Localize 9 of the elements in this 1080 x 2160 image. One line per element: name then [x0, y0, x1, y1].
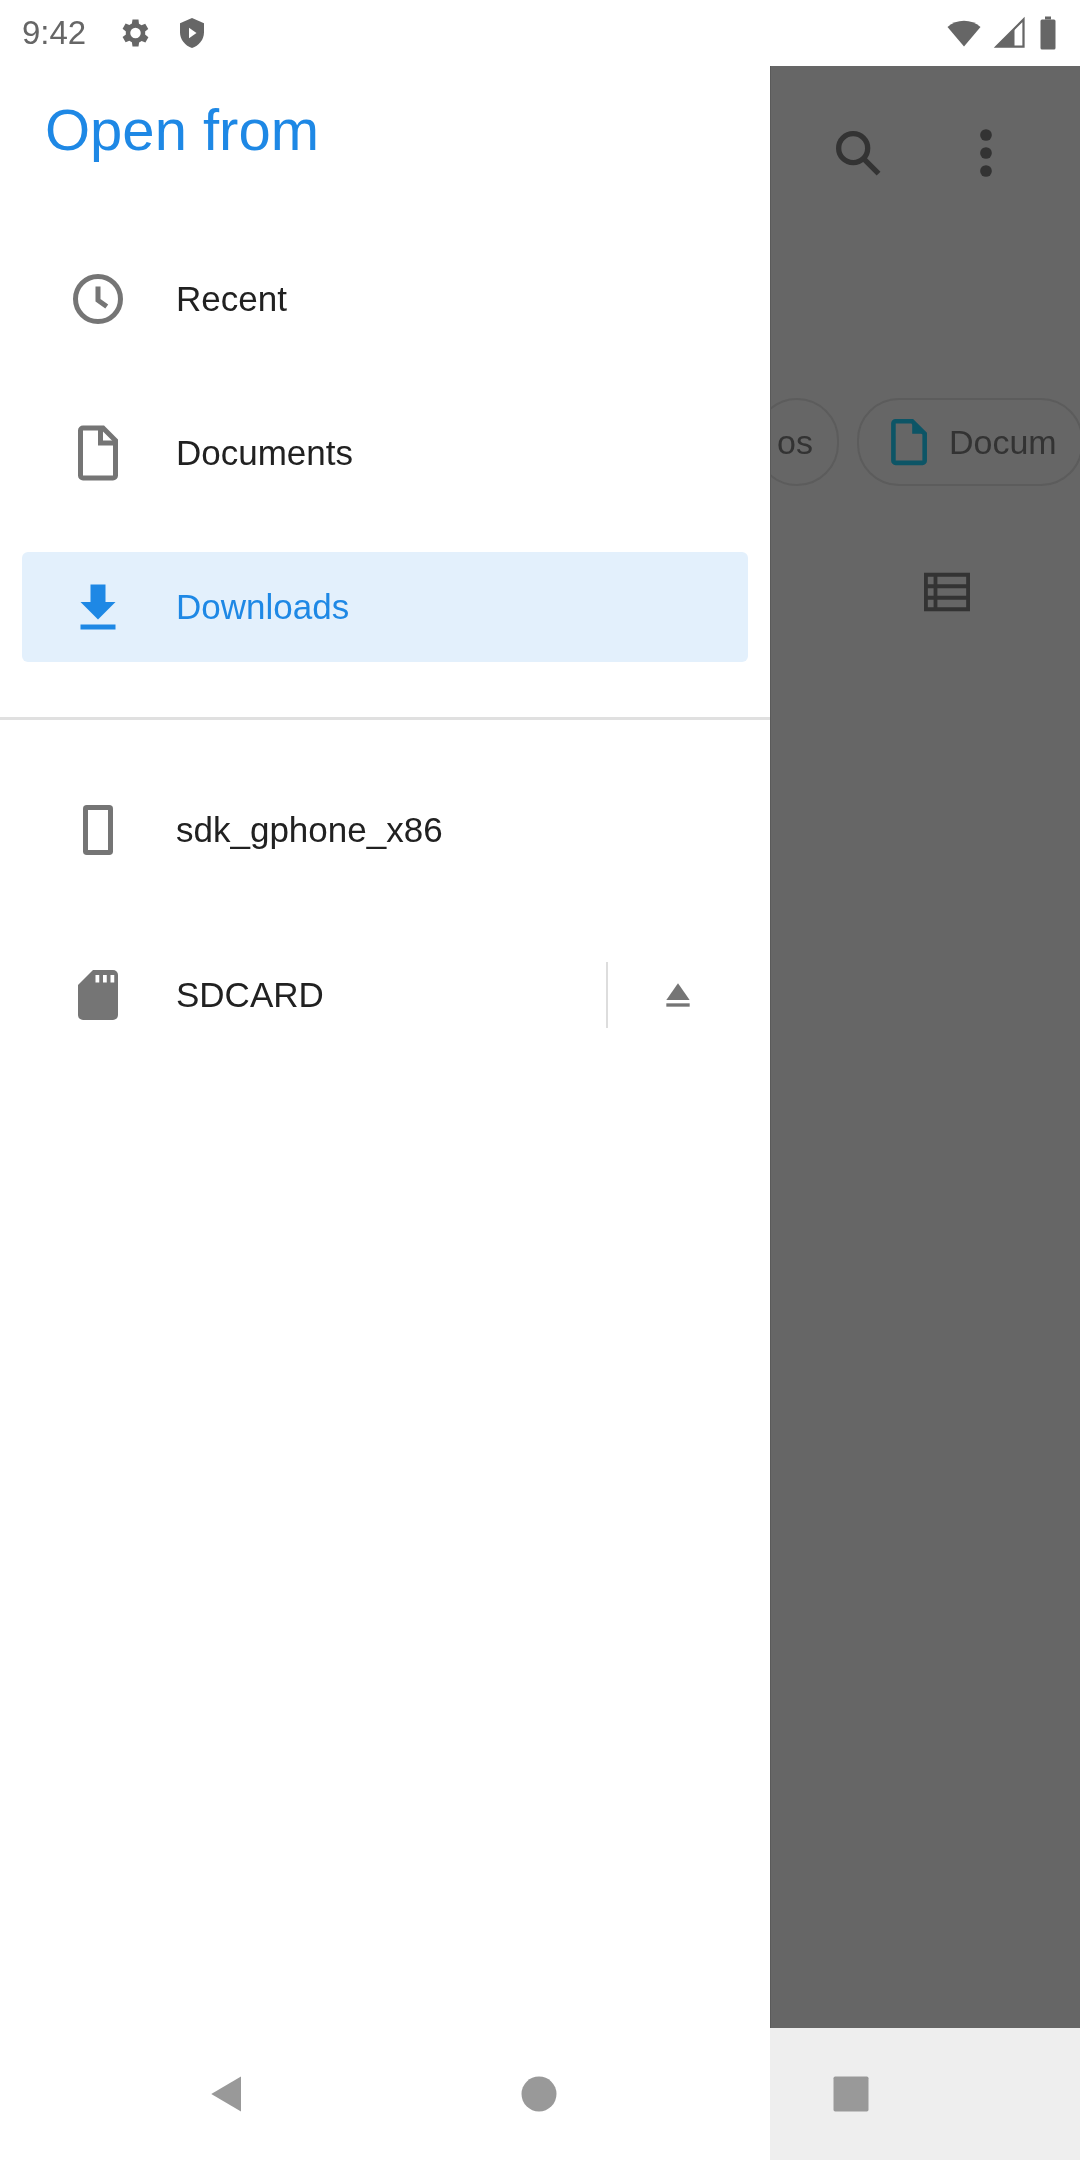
signal-icon	[992, 15, 1028, 51]
storage-item[interactable]: SDCARD	[22, 940, 606, 1050]
drawer-item[interactable]: Documents	[22, 398, 748, 508]
storage-item[interactable]: sdk_gphone_x86	[22, 775, 748, 885]
battery-icon	[1038, 15, 1058, 51]
drawer-title: Open from	[44, 96, 320, 164]
drawer-item[interactable]: Recent	[22, 244, 748, 354]
clock-time: 9:42	[22, 14, 87, 52]
list-view-icon[interactable]	[924, 572, 970, 612]
